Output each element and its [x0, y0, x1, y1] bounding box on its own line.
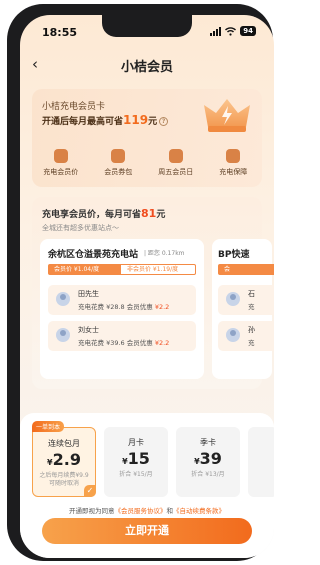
plan-name: 月卡 [128, 438, 144, 447]
plan-desc: 折合 ¥13/月 [191, 471, 225, 478]
station-card[interactable]: BP快速 会 石 充 孙 充 [212, 239, 274, 379]
plan-price: ¥39 [194, 449, 222, 468]
user-name: 石 [248, 290, 255, 298]
purchase-panel: 一单到本 连续包月 ¥2.9 之后每月续费¥9.9 可随时取消 ✓ 月卡 ¥15 … [20, 413, 274, 558]
plan-price: ¥15 [122, 449, 150, 468]
member-price: 会 [218, 264, 274, 275]
calendar-icon [168, 149, 183, 163]
status-icons: 94 [210, 26, 256, 36]
nav-bar: ‹ 小桔会员 [20, 53, 274, 77]
station-card[interactable]: 余杭区仓溢景苑充电站 | 距您 0.17km 会员价 ¥1.04/度 非会员价 … [40, 239, 204, 379]
plan-tag: 一单到本 [32, 421, 65, 432]
station-name: 余杭区仓溢景苑充电站 [48, 250, 139, 260]
list-item: 孙 充 [218, 321, 274, 351]
plan-desc: 折合 ¥15/月 [119, 471, 153, 478]
avatar [226, 292, 240, 306]
price-bar: 会 [218, 264, 274, 275]
benefits-row: 充电会员价 会员券包 周五会员日 充电保障 [32, 149, 262, 177]
stations-title: 充电享会员价，每月可省81元 [42, 207, 166, 220]
agreement-text: 开通即视为同意《会员服务协议》和《自动续费条款》 [69, 507, 225, 515]
avatar [226, 328, 240, 342]
shield-icon [226, 149, 241, 163]
stations-savings: 81 [141, 207, 157, 220]
battery-icon: 94 [240, 26, 256, 36]
bolt-icon [53, 149, 68, 163]
phone-frame: 18:55 94 ‹ 小桔会员 小桔充电会员卡 开通后每月最高可省119元? 充… [7, 4, 274, 561]
user-spend: 充电花费 ¥39.6 会员优惠 ¥2.2 [78, 339, 170, 347]
signal-icon [210, 26, 222, 36]
screen: 18:55 94 ‹ 小桔会员 小桔充电会员卡 开通后每月最高可省119元? 充… [20, 15, 274, 558]
activate-button[interactable]: 立即开通 [42, 518, 252, 544]
user-name: 田先生 [78, 290, 99, 298]
page-title: 小桔会员 [120, 60, 173, 75]
plan-monthly-card[interactable]: 月卡 ¥15 折合 ¥15/月 [104, 427, 168, 497]
benefit-coupon-pack[interactable]: 会员券包 [93, 149, 143, 177]
station-distance: | 距您 0.17km [144, 250, 185, 257]
membership-subtitle: 开通后每月最高可省119元? [42, 113, 169, 127]
plan-quarter-card[interactable]: 季卡 ¥39 折合 ¥13/月 [176, 427, 240, 497]
membership-card: 小桔充电会员卡 开通后每月最高可省119元? 充电会员价 会员券包 周五会员日 … [32, 89, 262, 187]
coupon-icon [111, 149, 126, 163]
member-price: 会员价 ¥1.04/度 [48, 264, 120, 275]
auto-renew-link[interactable]: 《自动续费条款》 [173, 507, 225, 515]
plan-monthly-auto[interactable]: 一单到本 连续包月 ¥2.9 之后每月续费¥9.9 可随时取消 ✓ [32, 421, 96, 497]
list-item: 田先生 充电花费 ¥28.8 会员优惠 ¥2.2 [48, 285, 196, 315]
plan-name: 季卡 [200, 438, 216, 447]
avatar [56, 328, 70, 342]
user-name: 孙 [248, 326, 255, 334]
normal-price: 非会员价 ¥1.19/度 [120, 264, 196, 275]
membership-title: 小桔充电会员卡 [42, 102, 106, 112]
station-name: BP快速 [218, 250, 250, 260]
stations-card: 充电享会员价，每月可省81元 全城还有超多优惠站点～ 余杭区仓溢景苑充电站 | … [32, 197, 274, 389]
user-name: 刘女士 [78, 326, 99, 334]
crown-icon [204, 99, 250, 132]
benefit-member-price[interactable]: 充电会员价 [36, 149, 86, 177]
user-spend: 充电花费 ¥28.8 会员优惠 ¥2.2 [78, 303, 170, 311]
plan-list: 一单到本 连续包月 ¥2.9 之后每月续费¥9.9 可随时取消 ✓ 月卡 ¥15 … [32, 421, 274, 497]
stations-subtitle: 全城还有超多优惠站点～ [42, 224, 119, 232]
list-item: 刘女士 充电花费 ¥39.6 会员优惠 ¥2.2 [48, 321, 196, 351]
avatar [56, 292, 70, 306]
benefit-friday-day[interactable]: 周五会员日 [151, 149, 201, 177]
benefit-charging-guarantee[interactable]: 充电保障 [208, 149, 258, 177]
status-time: 18:55 [42, 26, 78, 39]
status-bar: 18:55 94 [20, 15, 274, 45]
plan-name: 连续包月 [48, 439, 80, 448]
price-bar: 会员价 ¥1.04/度 非会员价 ¥1.19/度 [48, 264, 196, 275]
list-item: 石 充 [218, 285, 274, 315]
service-agreement-link[interactable]: 《会员服务协议》 [115, 507, 167, 515]
wifi-icon [225, 26, 237, 36]
plan-more[interactable] [248, 427, 274, 497]
savings-amount: 119 [123, 113, 149, 127]
help-icon[interactable]: ? [159, 117, 169, 126]
user-spend: 充 [248, 303, 255, 311]
user-spend: 充 [248, 339, 255, 347]
plan-price: ¥2.9 [47, 450, 81, 469]
check-icon: ✓ [84, 485, 96, 497]
